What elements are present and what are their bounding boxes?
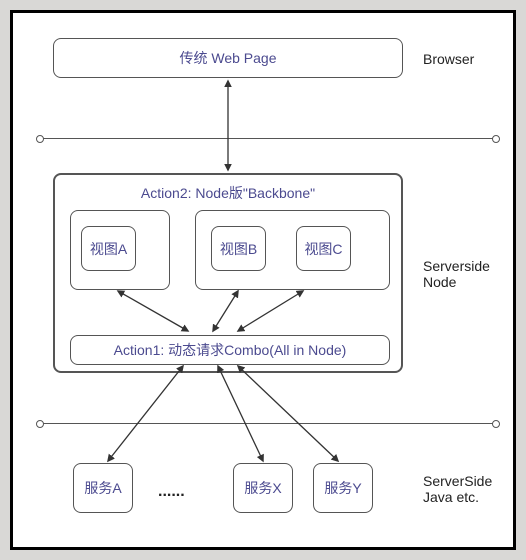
dots: ...... bbox=[158, 483, 185, 501]
action1-box: Action1: 动态请求Combo(All in Node) bbox=[70, 335, 390, 365]
view-a-container: 视图A bbox=[70, 210, 170, 290]
browser-label: Browser bbox=[423, 51, 474, 67]
node-label: Serverside Node bbox=[423, 258, 490, 290]
view-c-box: 视图C bbox=[296, 226, 351, 271]
node-container: Action2: Node版"Backbone" 视图A 视图B 视图C Act… bbox=[53, 173, 403, 373]
view-bc-container: 视图B 视图C bbox=[195, 210, 390, 290]
view-a-box: 视图A bbox=[81, 226, 136, 271]
web-page-box: 传统 Web Page bbox=[53, 38, 403, 78]
java-label: ServerSide Java etc. bbox=[423, 473, 492, 505]
view-b-box: 视图B bbox=[211, 226, 266, 271]
diagram-canvas: 传统 Web Page Browser Action2: Node版"Backb… bbox=[10, 10, 516, 550]
service-a-box: 服务A bbox=[73, 463, 133, 513]
divider-2 bbox=[43, 423, 493, 424]
divider-1 bbox=[43, 138, 493, 139]
service-x-box: 服务X bbox=[233, 463, 293, 513]
action2-title: Action2: Node版"Backbone" bbox=[55, 183, 401, 203]
service-y-box: 服务Y bbox=[313, 463, 373, 513]
